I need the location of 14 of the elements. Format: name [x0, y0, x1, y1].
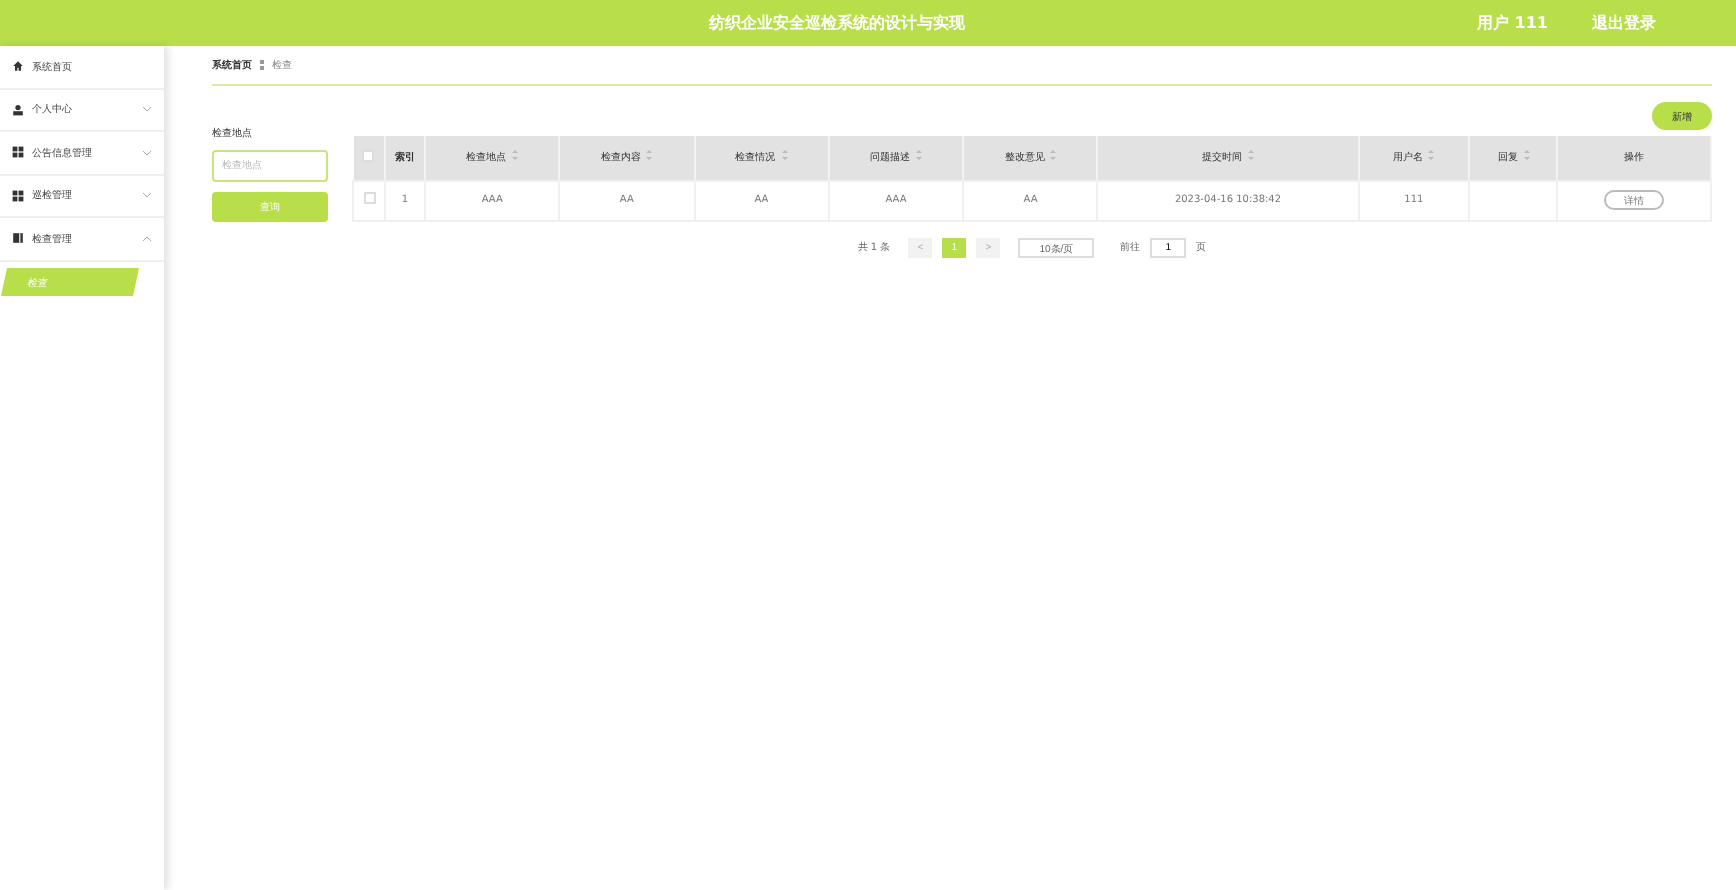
grid-icon: [12, 189, 24, 202]
chevron-down-icon: [142, 192, 152, 199]
user-label: 用户 111: [1477, 12, 1548, 34]
book-icon: [12, 232, 24, 245]
user-icon: [12, 103, 24, 116]
separator-icon: [260, 60, 264, 70]
home-icon: [12, 60, 24, 73]
row-checkbox[interactable]: [363, 192, 375, 204]
chevron-down-icon: [142, 149, 152, 156]
grid-icon: [12, 146, 24, 159]
chevron-down-icon: [142, 106, 152, 113]
chevron-up-icon: [142, 235, 152, 242]
select-all-checkbox[interactable]: [362, 149, 375, 162]
system-title: 纺织企业安全巡检系统的设计与实现: [706, 12, 967, 34]
